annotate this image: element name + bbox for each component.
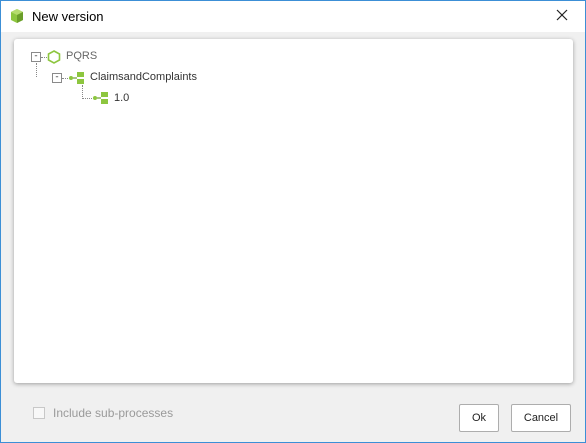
tree-expander-claimsandcomplaints[interactable]: - [52, 73, 62, 83]
tree-node-version-1-0[interactable]: 1.0 [114, 92, 129, 104]
include-subprocesses-checkbox[interactable] [33, 407, 45, 419]
close-icon [556, 8, 568, 26]
include-subprocesses-option[interactable]: Include sub-processes [33, 406, 173, 420]
hexagon-icon [47, 50, 61, 69]
include-subprocesses-label: Include sub-processes [53, 406, 174, 420]
cancel-button[interactable]: Cancel [511, 404, 571, 432]
green-cube-icon [9, 8, 25, 24]
tree-connector [82, 85, 83, 99]
new-version-dialog: New version - PQRS - ClaimsandComplaints… [0, 0, 586, 443]
tree-connector [82, 98, 92, 99]
tree-expander-pqrs[interactable]: - [31, 52, 41, 62]
process-tree-panel: - PQRS - ClaimsandComplaints 1.0 [14, 39, 573, 383]
tree-connector [36, 63, 37, 77]
close-button[interactable] [539, 1, 585, 32]
window-title: New version [32, 9, 104, 24]
process-version-icon [92, 91, 110, 110]
ok-button[interactable]: Ok [459, 404, 499, 432]
title-bar: New version [1, 1, 585, 32]
tree-node-pqrs[interactable]: PQRS [66, 50, 97, 62]
tree-node-claimsandcomplaints[interactable]: ClaimsandComplaints [90, 71, 197, 83]
process-icon [68, 71, 86, 90]
